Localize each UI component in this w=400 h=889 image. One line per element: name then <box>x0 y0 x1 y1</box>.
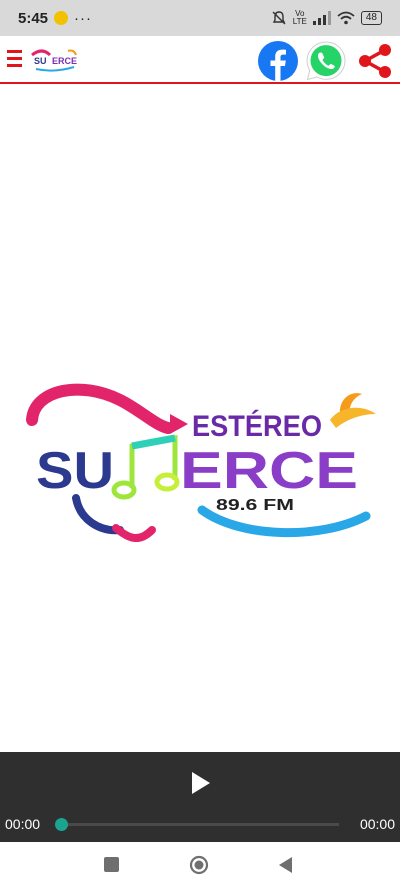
logo-su-text: SU <box>36 442 114 500</box>
status-icons: Vo LTE 48 <box>271 10 382 26</box>
logo-erce-text: ERCE <box>180 442 358 500</box>
status-bar: 5:45 ··· Vo LTE 48 <box>0 0 400 36</box>
logo-frequency-text: 89.6 FM <box>216 497 294 514</box>
play-icon[interactable] <box>186 769 214 797</box>
logo-estereo-text: ESTÉREO <box>192 409 322 443</box>
app-logo-small: SU ERCE <box>31 49 77 72</box>
svg-text:ERCE: ERCE <box>52 56 77 66</box>
battery-level: 48 <box>365 12 377 23</box>
back-icon[interactable] <box>277 855 293 875</box>
recents-icon[interactable] <box>104 857 119 872</box>
facebook-icon[interactable] <box>257 40 299 82</box>
home-icon[interactable] <box>189 855 209 875</box>
audio-player: 00:00 00:00 <box>0 752 400 842</box>
notification-icon <box>54 11 69 25</box>
wifi-icon <box>337 11 355 25</box>
volte-label-bottom: LTE <box>292 17 307 26</box>
mute-icon <box>272 11 286 25</box>
status-time: 5:45 <box>18 9 49 27</box>
music-note-icon <box>111 434 180 500</box>
whatsapp-icon[interactable] <box>305 40 347 82</box>
duration-time: 00:00 <box>359 816 395 832</box>
system-nav-bar <box>0 842 400 889</box>
seek-bar[interactable] <box>55 818 339 831</box>
app-bar: SU ERCE <box>0 36 400 84</box>
seek-thumb[interactable] <box>55 818 68 831</box>
battery-icon: 48 <box>360 11 382 25</box>
station-logo: ESTÉREO SU ERCE 89.6 FM <box>26 383 376 542</box>
svg-text:SU: SU <box>34 56 47 66</box>
elapsed-time: 00:00 <box>5 816 41 832</box>
more-notifications-indicator: ··· <box>74 9 93 27</box>
share-icon[interactable] <box>355 41 395 81</box>
signal-icon <box>312 11 331 25</box>
menu-icon[interactable] <box>7 50 22 68</box>
volte-icon: Vo LTE <box>293 10 307 26</box>
